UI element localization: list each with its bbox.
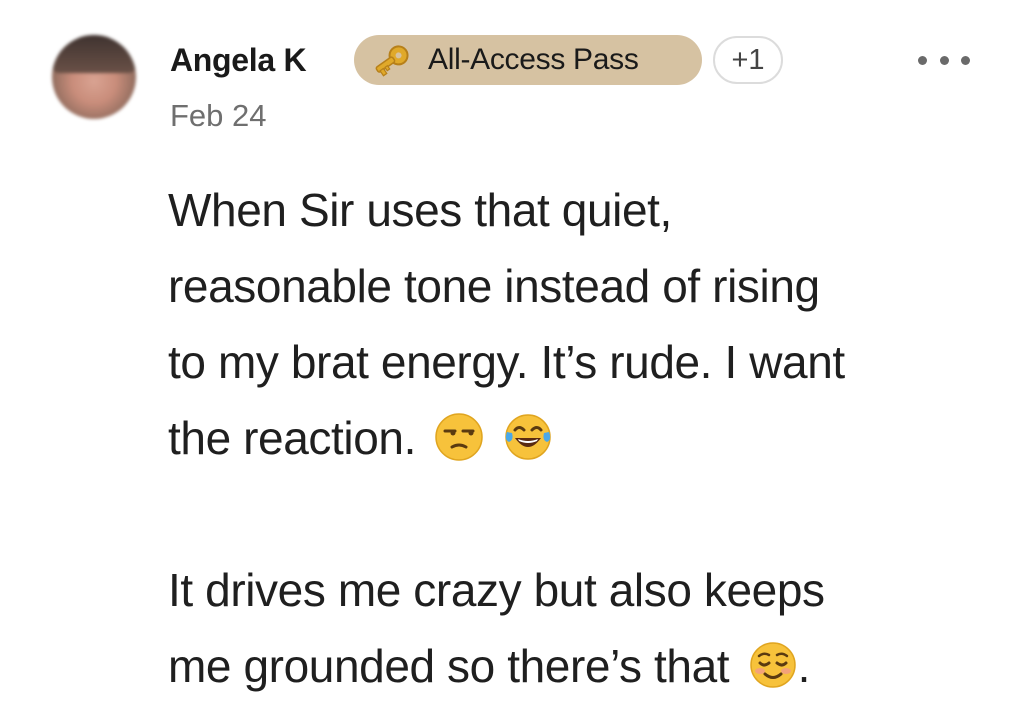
body-line: It drives me crazy but also keeps [168,564,825,616]
more-badges-pill[interactable]: +1 [713,36,783,84]
avatar[interactable] [52,35,136,119]
key-icon [375,45,409,77]
unamused-face-emoji [435,413,484,461]
body-line: reasonable tone instead of rising [168,260,820,312]
smiling-face-emoji [749,642,796,688]
post-card: Angela K All-Access Pass +1 Feb 24 When … [0,0,1024,717]
post-date: Feb 24 [170,98,267,133]
paragraph-1: When Sir uses that quiet, reasonable ton… [168,172,988,476]
author-name[interactable]: Angela K [170,40,307,80]
paragraph-2: It drives me crazy but also keeps me gro… [168,552,988,704]
post-body: When Sir uses that quiet, reasonable ton… [168,172,988,704]
body-line: to my brat energy. It’s rude. I want [168,336,845,388]
body-line-end: . [797,640,811,692]
body-line: the reaction. [168,412,416,464]
membership-badge[interactable]: All-Access Pass [354,35,702,85]
more-options-icon[interactable] [918,48,970,72]
body-line: When Sir uses that quiet, [168,184,672,236]
body-line: me grounded so there’s that [168,640,730,692]
badge-label: All-Access Pass [428,43,639,76]
tears-of-joy-emoji [505,414,551,460]
